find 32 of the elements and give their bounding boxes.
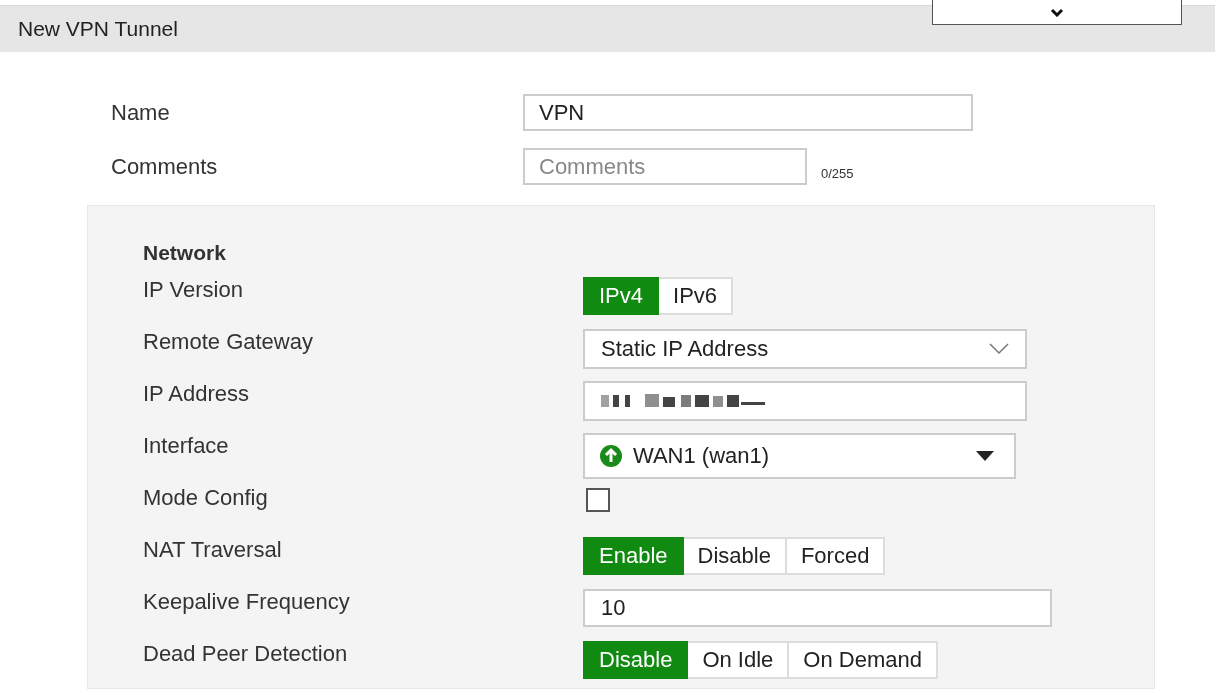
field-label: Remote Gateway [143,329,314,356]
field-label: Interface [143,433,230,460]
segment-button[interactable]: Enable [583,537,684,575]
field-label: Mode Config [143,485,269,512]
input-field[interactable] [583,381,1027,421]
segment-button[interactable]: Forced [786,537,886,575]
segment-button[interactable]: On Idle [688,641,790,679]
input-field[interactable]: Comments [523,148,807,185]
select-field[interactable]: WAN1 (wan1) [583,433,1016,479]
segment-button[interactable]: Disable [683,537,787,575]
checkbox[interactable] [586,488,610,512]
field-label: IP Address [143,381,250,408]
field-label: Name [111,98,171,127]
segment-button[interactable]: IPv6 [659,277,734,315]
segment-button[interactable]: Disable [583,641,689,679]
section-heading: Network [143,241,226,265]
field-label: Comments [111,152,219,181]
character-counter: 0/255 [821,166,854,181]
segment-button[interactable]: On Demand [789,641,938,679]
chevron-icon [1050,7,1064,17]
field-label: NAT Traversal [143,537,283,564]
page-title: New VPN Tunnel [18,17,178,41]
select-field[interactable]: Static IP Address [583,329,1027,369]
field-label: IP Version [143,277,244,304]
field-label: Keepalive Frequency [143,589,351,616]
chevron-icon [989,343,1009,355]
segment-button[interactable]: IPv4 [583,277,660,315]
caret-icon [976,451,994,461]
input-field[interactable]: VPN [523,94,973,131]
field-label: Dead Peer Detection [143,641,349,668]
input-field[interactable]: 10 [583,589,1052,627]
dropdown[interactable] [932,0,1182,25]
